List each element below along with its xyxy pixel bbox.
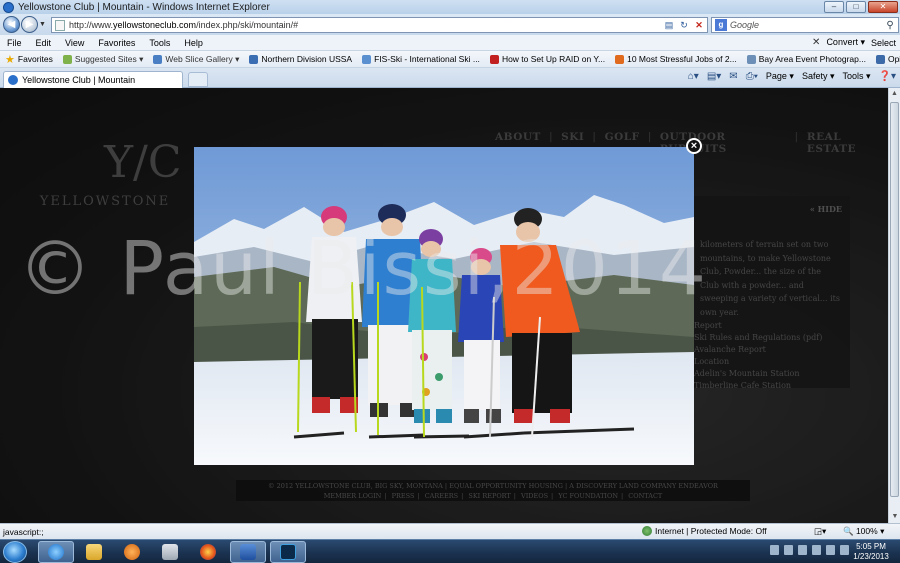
- fav-stressful-jobs[interactable]: 10 Most Stressful Jobs of 2...: [610, 54, 742, 64]
- site-icon: [875, 54, 885, 64]
- status-bar: javascript:; Internet | Protected Mode: …: [0, 523, 900, 539]
- taskbar-ie[interactable]: [38, 541, 74, 563]
- site-icon: [249, 54, 259, 64]
- vertical-scrollbar[interactable]: ▲ ▼: [888, 88, 900, 523]
- zoom-level[interactable]: 🔍 100% ▾: [843, 526, 884, 537]
- scroll-down-arrow[interactable]: ▼: [889, 511, 900, 523]
- search-icon[interactable]: ⚲: [882, 20, 898, 31]
- add-favorite-icon: [62, 54, 72, 64]
- protected-mode-icon[interactable]: ◲▾: [814, 526, 826, 537]
- tab-yellowstone-mountain[interactable]: Yellowstone Club | Mountain: [3, 71, 183, 88]
- address-row: ◀ ▶ ▼ http://www.yellowstoneclub.com/ind…: [0, 14, 900, 35]
- site-icon: [746, 54, 756, 64]
- network-icon[interactable]: [826, 545, 835, 555]
- back-button[interactable]: ◀: [3, 16, 20, 33]
- taskbar-explorer[interactable]: [76, 541, 112, 563]
- taskbar-firefox[interactable]: [190, 541, 226, 563]
- calculator-icon: [162, 544, 178, 560]
- menu-tools[interactable]: Tools: [142, 38, 177, 48]
- tools-menu[interactable]: Tools ▾: [842, 71, 870, 82]
- window-controls: – □ ✕: [824, 1, 898, 13]
- star-icon: ★: [5, 53, 15, 66]
- system-clock[interactable]: 5:05 PM 1/23/2013: [848, 542, 894, 562]
- scroll-up-arrow[interactable]: ▲: [889, 88, 900, 100]
- menu-bar: File Edit View Favorites Tools Help ✕ Co…: [0, 35, 900, 51]
- fav-fis-ski[interactable]: FIS-Ski - International Ski ...: [357, 54, 485, 64]
- google-icon: g: [715, 19, 727, 31]
- status-text: javascript:;: [3, 526, 44, 537]
- fav-raid[interactable]: How to Set Up RAID on Y...: [485, 54, 610, 64]
- ie-icon: [3, 1, 14, 13]
- taskbar-calculator[interactable]: [152, 541, 188, 563]
- tray-icon[interactable]: [798, 545, 807, 555]
- system-tray: [770, 545, 849, 555]
- firefox-icon: [200, 544, 216, 560]
- taskbar: 5:05 PM 1/23/2013: [0, 539, 900, 563]
- folder-icon: [86, 544, 102, 560]
- fav-bay-area-event[interactable]: Bay Area Event Photograp...: [742, 54, 871, 64]
- menu-help[interactable]: Help: [177, 38, 210, 48]
- command-bar: ⌂▾ ▤▾ ✉ ⎙▾ Page ▾ Safety ▾ Tools ▾ ❓▾: [688, 71, 896, 82]
- site-icon: [362, 54, 372, 64]
- stop-icon[interactable]: ✕: [693, 19, 705, 31]
- menu-file[interactable]: File: [0, 38, 29, 48]
- favorites-button[interactable]: ★ Favorites: [0, 53, 58, 66]
- fav-northern-division[interactable]: Northern Division USSA: [244, 54, 357, 64]
- select-button[interactable]: Select: [871, 38, 896, 48]
- new-tab-button[interactable]: [188, 72, 208, 87]
- menu-favorites[interactable]: Favorites: [91, 38, 142, 48]
- refresh-icon[interactable]: ↻: [678, 19, 690, 31]
- recent-pages-dropdown[interactable]: ▼: [39, 21, 46, 28]
- ie-taskbar-icon: [48, 544, 64, 560]
- globe-icon: [642, 526, 652, 536]
- home-icon[interactable]: ⌂▾: [688, 71, 699, 82]
- title-bar: Yellowstone Club | Mountain - Windows In…: [0, 0, 900, 14]
- scroll-thumb[interactable]: [890, 102, 899, 497]
- window-title: Yellowstone Club | Mountain - Windows In…: [18, 1, 270, 13]
- fav-opinion-forum[interactable]: Opinion Forum » Ski Raci...: [871, 54, 900, 64]
- compatibility-view-icon[interactable]: ▤: [663, 19, 675, 31]
- favorites-bar: ★ Favorites Suggested Sites ▾ Web Slice G…: [0, 51, 900, 68]
- web-slice-icon: [153, 54, 163, 64]
- menu-edit[interactable]: Edit: [29, 38, 59, 48]
- print-icon[interactable]: ⎙▾: [746, 71, 758, 82]
- search-box[interactable]: g Google ⚲: [711, 17, 899, 33]
- copyright-watermark: © Paul Bissi,2014: [18, 226, 708, 312]
- maximize-button[interactable]: □: [846, 1, 866, 13]
- menu-view[interactable]: View: [58, 38, 91, 48]
- site-icon: [489, 54, 499, 64]
- taskbar-photoshop[interactable]: [270, 541, 306, 563]
- tray-icon[interactable]: [784, 545, 793, 555]
- feeds-icon[interactable]: ▤▾: [707, 71, 721, 82]
- close-window-button[interactable]: ✕: [868, 1, 898, 13]
- photoshop-icon: [280, 544, 296, 560]
- page-icon: [55, 19, 65, 31]
- help-icon[interactable]: ❓▾: [879, 71, 896, 82]
- page-content: Y/C YELLOWSTONE ABOUT | SKI | GOLF | OUTDOO…: [0, 88, 888, 523]
- safety-menu[interactable]: Safety ▾: [802, 71, 835, 82]
- address-bar[interactable]: http://www.yellowstoneclub.com/index.php…: [51, 17, 708, 33]
- close-toolbar-icon[interactable]: ✕: [812, 37, 820, 48]
- url-text: http://www.yellowstoneclub.com/index.php…: [69, 20, 299, 30]
- taskbar-word[interactable]: [230, 541, 266, 563]
- search-input[interactable]: Google: [730, 20, 882, 30]
- taskbar-media-player[interactable]: [114, 541, 150, 563]
- lightbox-close-button[interactable]: ×: [686, 138, 702, 154]
- word-icon: [240, 544, 256, 560]
- start-button[interactable]: [3, 541, 27, 563]
- minimize-button[interactable]: –: [824, 1, 844, 13]
- mail-icon[interactable]: ✉: [729, 71, 737, 82]
- fav-web-slice-gallery[interactable]: Web Slice Gallery ▾: [148, 54, 244, 65]
- convert-button[interactable]: Convert ▾: [826, 37, 865, 48]
- forward-button[interactable]: ▶: [21, 16, 38, 33]
- media-player-icon: [124, 544, 140, 560]
- site-icon: [615, 54, 625, 64]
- tab-bar: Yellowstone Club | Mountain ⌂▾ ▤▾ ✉ ⎙▾ P…: [0, 68, 900, 88]
- fav-suggested-sites[interactable]: Suggested Sites ▾: [58, 54, 149, 65]
- tray-icon[interactable]: [812, 545, 821, 555]
- tray-icon[interactable]: [770, 545, 779, 555]
- security-zone[interactable]: Internet | Protected Mode: Off: [642, 526, 767, 536]
- ie-tab-icon: [8, 75, 18, 85]
- page-menu[interactable]: Page ▾: [766, 71, 794, 82]
